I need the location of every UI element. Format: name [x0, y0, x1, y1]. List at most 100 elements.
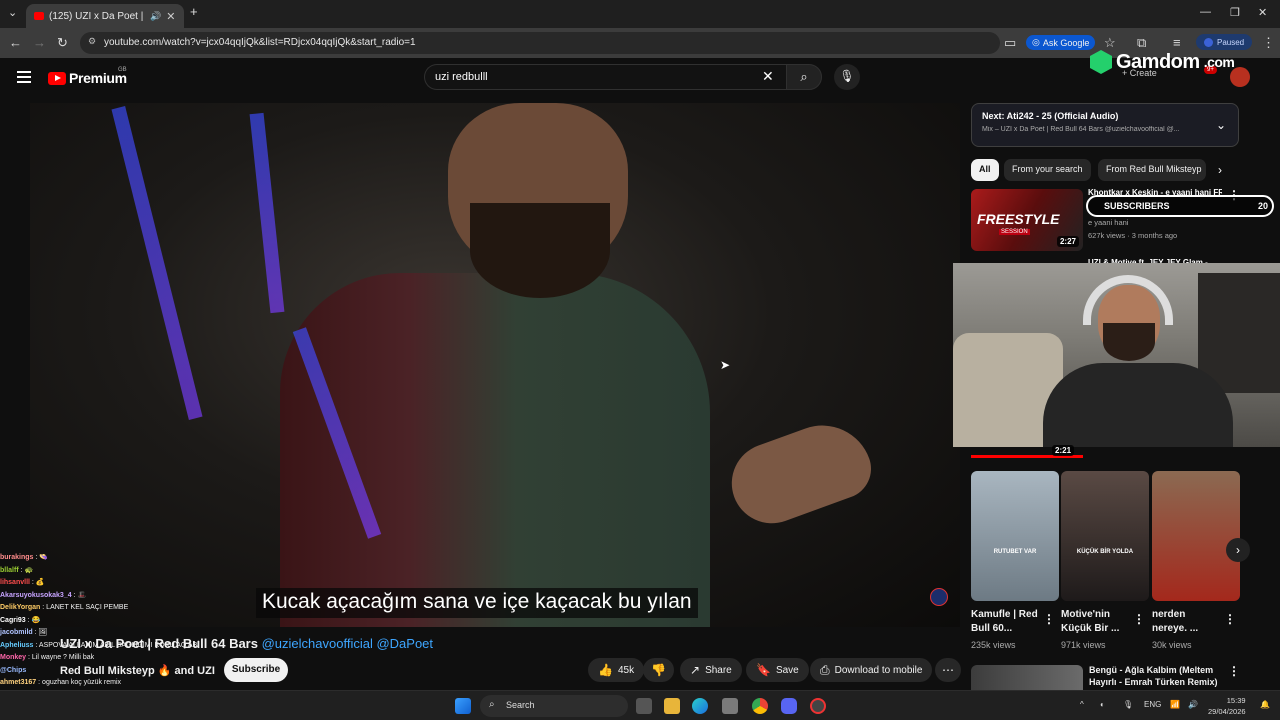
- grid-title[interactable]: nerden nereye. ...: [1152, 608, 1220, 636]
- new-tab-icon[interactable]: +: [190, 4, 198, 19]
- edge-icon[interactable]: [692, 698, 708, 714]
- grid-title[interactable]: Motive'nin Küçük Bir ...: [1061, 608, 1129, 636]
- video-title-handles[interactable]: @uzielchavoofficial @DaPoet: [262, 636, 433, 651]
- more-vertical-icon[interactable]: ⋮: [1133, 612, 1145, 626]
- youtube-play-icon: [48, 71, 66, 85]
- search-icon: ⌕: [800, 69, 808, 84]
- video-person-hand: [720, 411, 880, 535]
- chat-text: : 🐢: [20, 566, 34, 574]
- subscribe-button[interactable]: Subscribe: [224, 658, 288, 682]
- minimize-icon[interactable]: —: [1200, 6, 1211, 18]
- tab-list-icon[interactable]: ⌄: [8, 6, 17, 19]
- chip-from-channel[interactable]: From Red Bull Mikstеyp: [1098, 159, 1206, 181]
- reload-icon[interactable]: ↻: [57, 35, 68, 51]
- chip-all[interactable]: All: [971, 159, 999, 181]
- rec-meta: 627k views · 3 months ago: [1088, 231, 1178, 240]
- download-label: Download to mobile: [834, 664, 923, 676]
- up-next-panel[interactable]: Next: Ati242 - 25 (Official Audio) Mix –…: [971, 103, 1239, 147]
- app-icon[interactable]: [810, 698, 826, 714]
- close-window-icon[interactable]: ✕: [1258, 6, 1267, 19]
- bookmark-icon: 🔖: [756, 663, 771, 677]
- search-button[interactable]: ⌕: [786, 64, 822, 90]
- like-button[interactable]: 👍 45k: [588, 658, 645, 682]
- grid-next-button[interactable]: ›: [1226, 538, 1250, 562]
- save-button[interactable]: 🔖 Save: [746, 658, 809, 682]
- taskbar-search[interactable]: ⌕ Search: [480, 695, 628, 717]
- webcam-person-beard: [1103, 323, 1155, 361]
- thumbnail-badge: SESSION: [999, 229, 1030, 235]
- tray-chevron-icon[interactable]: ^: [1080, 700, 1084, 709]
- grid-thumbnail[interactable]: RUTUBET VAR: [971, 471, 1059, 601]
- grid-title[interactable]: Kamufle | Red Bull 60...: [971, 608, 1039, 636]
- gamdom-tld: .com: [1203, 54, 1235, 70]
- download-button[interactable]: ⎙ Download to mobile: [810, 658, 933, 682]
- tray-mic-icon[interactable]: 🎙: [1123, 700, 1133, 709]
- chat-message: DelikYorgan : LANET KEL SAÇI PEMBE: [0, 602, 200, 615]
- more-vertical-icon[interactable]: ⋮: [1224, 612, 1236, 626]
- grid-thumbnail[interactable]: KÜÇÜK BİR YOLDA: [1061, 471, 1149, 601]
- menu-icon[interactable]: [17, 71, 31, 83]
- forward-icon[interactable]: →: [33, 35, 46, 50]
- site-info-icon[interactable]: ⚙: [88, 36, 96, 47]
- clock-time: 15:39: [1226, 696, 1246, 705]
- profile-avatar: [1204, 37, 1213, 47]
- light-streak: [249, 112, 285, 314]
- system-clock[interactable]: 15:39 29/04/2026: [1208, 695, 1246, 717]
- notifications-icon[interactable]: 🔔: [1260, 700, 1270, 709]
- bookmark-star-icon[interactable]: ☆: [1104, 35, 1116, 51]
- task-view-icon[interactable]: [636, 698, 652, 714]
- discord-icon[interactable]: [781, 698, 797, 714]
- google-lens-icon: ◎: [1032, 37, 1040, 47]
- more-vertical-icon[interactable]: ⋮: [1228, 664, 1240, 678]
- reading-list-icon[interactable]: ≡: [1173, 35, 1181, 50]
- ask-google-label: Ask Google: [1042, 37, 1090, 48]
- tray-app-icon[interactable]: ◐: [1100, 700, 1105, 709]
- dislike-button[interactable]: 👎: [643, 658, 674, 682]
- grid-views: 30k views: [1152, 640, 1192, 650]
- chat-username: ahmet3167: [0, 679, 37, 686]
- address-field[interactable]: ⚙ youtube.com/watch?v=jcx04qqIjQk&list=R…: [80, 32, 1000, 54]
- video-player[interactable]: [30, 103, 960, 627]
- browser-menu-icon[interactable]: ⋮: [1262, 35, 1275, 51]
- rec-thumbnail[interactable]: [971, 665, 1083, 690]
- more-actions-button[interactable]: ⋯: [935, 658, 961, 682]
- cast-icon[interactable]: ▭: [1004, 35, 1016, 51]
- language-indicator[interactable]: ENG: [1144, 700, 1161, 709]
- rec-thumbnail[interactable]: FREESTYLE SESSION 2:27: [971, 189, 1083, 251]
- maximize-icon[interactable]: ❐: [1230, 6, 1240, 19]
- up-next-title: Next: Ati242 - 25 (Official Audio): [982, 111, 1119, 121]
- profile-paused-button[interactable]: Paused: [1196, 34, 1253, 50]
- share-button[interactable]: ↗ Share: [680, 658, 742, 682]
- rec-channel[interactable]: e yaani hani: [1088, 218, 1128, 227]
- clear-search-icon[interactable]: ✕: [762, 68, 774, 85]
- search-icon: ⌕: [489, 699, 495, 710]
- search-input[interactable]: uzi redbulll: [424, 64, 786, 90]
- audio-icon[interactable]: 🔊: [150, 11, 161, 22]
- chat-text: : Lil wayne ? Milli bak: [28, 654, 95, 661]
- back-icon[interactable]: ←: [9, 35, 22, 50]
- chat-username: DelikYorgan: [0, 604, 41, 611]
- more-horizontal-icon: ⋯: [942, 663, 954, 677]
- redbull-watermark-icon[interactable]: [930, 588, 948, 606]
- chevron-down-icon[interactable]: ⌄: [1216, 118, 1226, 132]
- grid-thumbnail[interactable]: [1152, 471, 1240, 601]
- browser-tab[interactable]: (125) UZI x Da Poet | Red Bull 64 Bars 🔊…: [26, 4, 184, 28]
- voice-search-button[interactable]: 🎙: [834, 64, 860, 90]
- tab-close-icon[interactable]: ✕: [166, 10, 175, 23]
- chip-from-your-search[interactable]: From your search: [1004, 159, 1091, 181]
- windows-start-icon[interactable]: [455, 698, 471, 714]
- rec-title[interactable]: Bengü - Ağla Kalbim (Meltem Hayırlı - Em…: [1089, 664, 1231, 688]
- chevron-right-icon[interactable]: ›: [1218, 163, 1222, 177]
- youtube-logo[interactable]: Premium: [48, 70, 127, 86]
- more-vertical-icon[interactable]: ⋮: [1043, 612, 1055, 626]
- chrome-icon[interactable]: [752, 698, 768, 714]
- extensions-icon[interactable]: ⧉: [1137, 35, 1146, 51]
- chat-message: jacobmild : 🖼: [0, 627, 200, 640]
- volume-icon[interactable]: 🔊: [1188, 700, 1198, 709]
- ask-google-button[interactable]: ◎ Ask Google: [1026, 35, 1096, 50]
- wifi-icon[interactable]: 📶: [1170, 700, 1180, 709]
- store-icon[interactable]: [722, 698, 738, 714]
- duration-badge: 2:27: [1056, 236, 1079, 247]
- file-explorer-icon[interactable]: [664, 698, 680, 714]
- chat-username: jacobmild: [0, 629, 33, 636]
